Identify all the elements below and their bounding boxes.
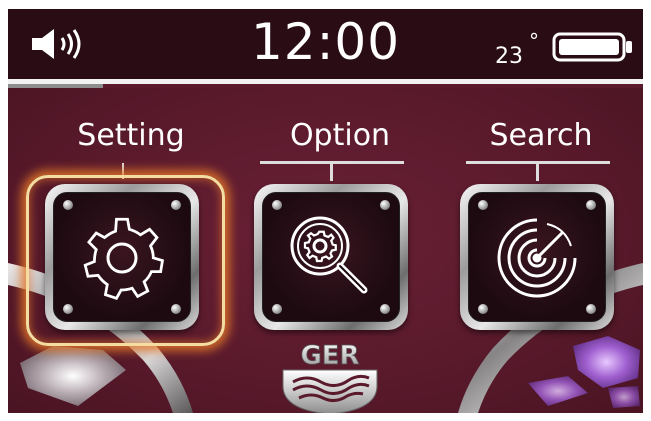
search-button[interactable] [460, 184, 614, 330]
menu-label-search: Search [489, 118, 593, 153]
battery-icon [552, 32, 632, 62]
status-divider [8, 79, 643, 84]
status-bar: 12:00 23 ° [8, 9, 643, 79]
menu-label-option: Option [289, 118, 391, 153]
connector-search [466, 161, 610, 181]
connector-option [260, 161, 404, 181]
radar-icon [497, 218, 577, 298]
gear-icon [83, 217, 165, 300]
magnify-gear-icon [290, 216, 368, 294]
menu-label-setting: Setting [77, 118, 185, 153]
temperature-value: 23 [495, 44, 523, 69]
option-button[interactable] [254, 184, 408, 330]
device-screen: 12:00 23 ° Setting Option Search GER [8, 9, 643, 413]
setting-button[interactable] [45, 184, 199, 330]
temperature-unit: ° [529, 29, 539, 53]
logo-text: GER [300, 341, 359, 371]
clock-time: 12:00 [250, 13, 401, 71]
brand-logo: GER [282, 341, 378, 413]
